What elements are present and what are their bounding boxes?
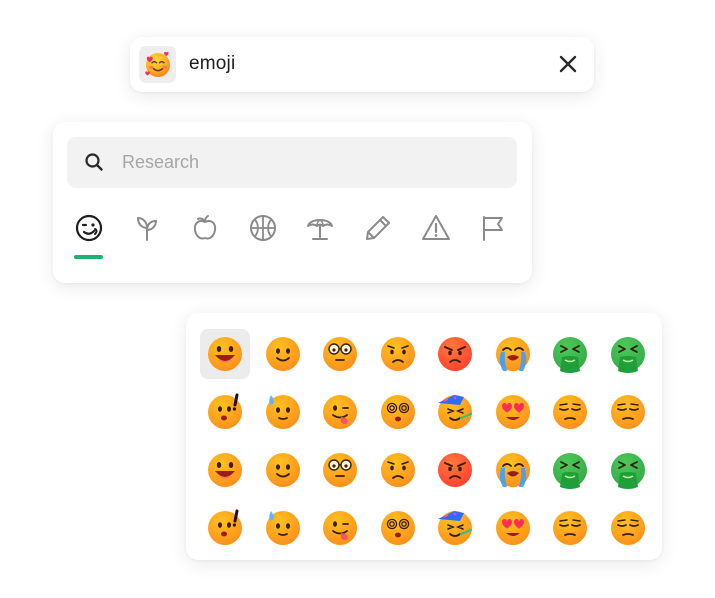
exclaiming-face-icon — [204, 507, 246, 549]
heart-eyes-face-icon — [492, 507, 534, 549]
tongue-face-icon — [319, 391, 361, 433]
emoji-cell[interactable] — [200, 445, 250, 495]
emoji-cell[interactable] — [488, 445, 538, 495]
angry-face-icon — [434, 333, 476, 375]
search-bar[interactable] — [67, 137, 517, 188]
emoji-cell[interactable] — [373, 503, 423, 553]
emoji-cell[interactable] — [200, 329, 250, 379]
emoji-cell[interactable] — [545, 503, 595, 553]
emoji-cell[interactable] — [258, 387, 308, 437]
emoji-cell[interactable] — [315, 329, 365, 379]
emoji-picker-panel — [53, 122, 532, 283]
vomiting-face-icon — [607, 449, 649, 491]
smiling-face-icon — [262, 333, 304, 375]
emoji-cell[interactable] — [373, 445, 423, 495]
search-input[interactable] — [122, 137, 502, 188]
category-tab-objects[interactable] — [363, 213, 393, 243]
crying-face-icon — [492, 333, 534, 375]
sweat-face-icon — [262, 391, 304, 433]
pencil-icon — [366, 216, 390, 240]
worried-face-icon — [377, 333, 419, 375]
emoji-cell[interactable] — [488, 503, 538, 553]
dizzy-face-icon — [377, 507, 419, 549]
dizzy-face-icon — [377, 391, 419, 433]
emoji-cell[interactable] — [315, 387, 365, 437]
category-tab-food[interactable] — [190, 213, 220, 243]
smiling-face-icon — [262, 449, 304, 491]
unamused-face-icon — [549, 391, 591, 433]
emoji-cell[interactable] — [545, 329, 595, 379]
emoji-cell[interactable] — [430, 329, 480, 379]
basketball-icon — [250, 215, 276, 241]
smiley-icon — [75, 214, 103, 242]
emoji-cell[interactable] — [488, 387, 538, 437]
emoji-cell[interactable] — [603, 387, 653, 437]
warning-icon — [422, 215, 450, 240]
category-tab-travel[interactable] — [305, 213, 335, 243]
crying-face-icon — [492, 449, 534, 491]
category-tab-nature[interactable] — [132, 213, 162, 243]
close-icon[interactable] — [556, 52, 580, 76]
smiling-face-with-hearts-icon — [139, 46, 176, 83]
category-tab-smileys[interactable] — [74, 213, 104, 243]
emoji-tag-chip: emoji — [130, 37, 594, 92]
face-with-glasses-icon — [319, 333, 361, 375]
vomiting-face-icon — [549, 449, 591, 491]
grinning-face-icon — [204, 449, 246, 491]
active-category-indicator — [74, 255, 103, 259]
emoji-grid — [186, 313, 662, 560]
flag-icon — [483, 216, 503, 241]
category-tab-flags[interactable] — [478, 213, 508, 243]
face-with-glasses-icon — [319, 449, 361, 491]
sweat-face-icon — [262, 507, 304, 549]
emoji-cell[interactable] — [603, 503, 653, 553]
worried-face-icon — [377, 449, 419, 491]
emoji-cell[interactable] — [430, 503, 480, 553]
emoji-cell[interactable] — [373, 387, 423, 437]
emoji-cell[interactable] — [545, 445, 595, 495]
vomiting-face-icon — [607, 333, 649, 375]
emoji-cell[interactable] — [545, 387, 595, 437]
emoji-cell[interactable] — [430, 445, 480, 495]
heart-eyes-face-icon — [492, 391, 534, 433]
emoji-cell[interactable] — [258, 329, 308, 379]
emoji-cell[interactable] — [200, 387, 250, 437]
tongue-face-icon — [319, 507, 361, 549]
emoji-cell[interactable] — [603, 445, 653, 495]
angry-face-icon — [434, 449, 476, 491]
partying-face-icon — [434, 507, 476, 549]
unamused-face-icon — [549, 507, 591, 549]
emoji-cell[interactable] — [258, 503, 308, 553]
category-tab-symbols[interactable] — [421, 213, 451, 243]
category-tab-activities[interactable] — [248, 213, 278, 243]
emoji-cell[interactable] — [488, 329, 538, 379]
emoji-cell[interactable] — [258, 445, 308, 495]
beach-umbrella-icon — [307, 219, 333, 240]
vomiting-face-icon — [549, 333, 591, 375]
search-icon — [85, 153, 103, 171]
emoji-cell[interactable] — [603, 329, 653, 379]
emoji-cell[interactable] — [200, 503, 250, 553]
emoji-cell[interactable] — [315, 445, 365, 495]
emoji-cell[interactable] — [315, 503, 365, 553]
grinning-face-icon — [204, 333, 246, 375]
unamused-face-icon — [607, 507, 649, 549]
emoji-cell[interactable] — [430, 387, 480, 437]
sprout-icon — [137, 217, 157, 241]
chip-label: emoji — [189, 53, 236, 74]
apple-icon — [193, 215, 217, 240]
partying-face-icon — [434, 391, 476, 433]
unamused-face-icon — [607, 391, 649, 433]
emoji-cell[interactable] — [373, 329, 423, 379]
exclaiming-face-icon — [204, 391, 246, 433]
